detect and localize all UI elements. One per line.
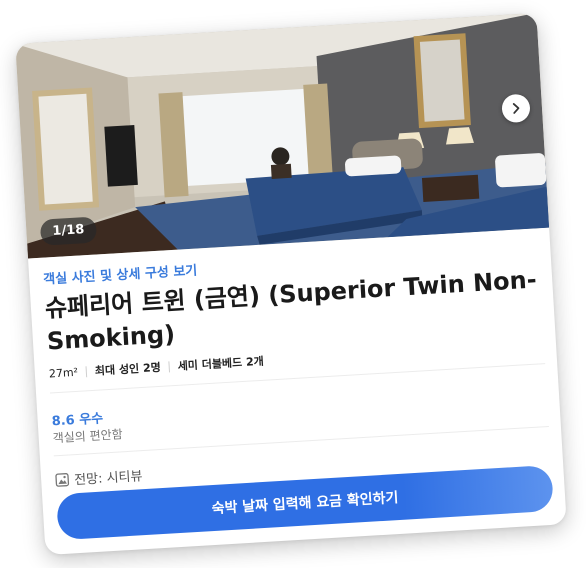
room-photo-image (15, 12, 550, 259)
room-photo[interactable]: 1/18 (15, 12, 550, 259)
room-view: 전망: 시티뷰 (55, 465, 143, 489)
room-size: 27m² (48, 365, 79, 381)
meta-separator (85, 365, 88, 377)
chevron-right-icon (512, 103, 520, 114)
meta-separator (168, 360, 171, 372)
room-photos-link[interactable]: 객실 사진 및 상세 구성 보기 (43, 260, 198, 288)
photo-counter: 1/18 (39, 216, 98, 246)
view-icon (55, 472, 70, 487)
room-capacity: 최대 성인 2명 (94, 360, 162, 378)
room-meta: 27m² 최대 성인 2명 세미 더블베드 2개 (48, 353, 264, 382)
divider (53, 425, 549, 457)
view-text: 전망: 시티뷰 (73, 469, 143, 489)
room-beds: 세미 더블베드 2개 (177, 354, 265, 373)
rating-value: 8.6 (51, 413, 76, 430)
room-card: 1/18 객실 사진 및 상세 구성 보기 슈페리어 트윈 (금연) (Supe… (15, 12, 567, 556)
rating-category: 객실의 편안함 (52, 427, 124, 446)
rating-label: 우수 (78, 411, 104, 428)
